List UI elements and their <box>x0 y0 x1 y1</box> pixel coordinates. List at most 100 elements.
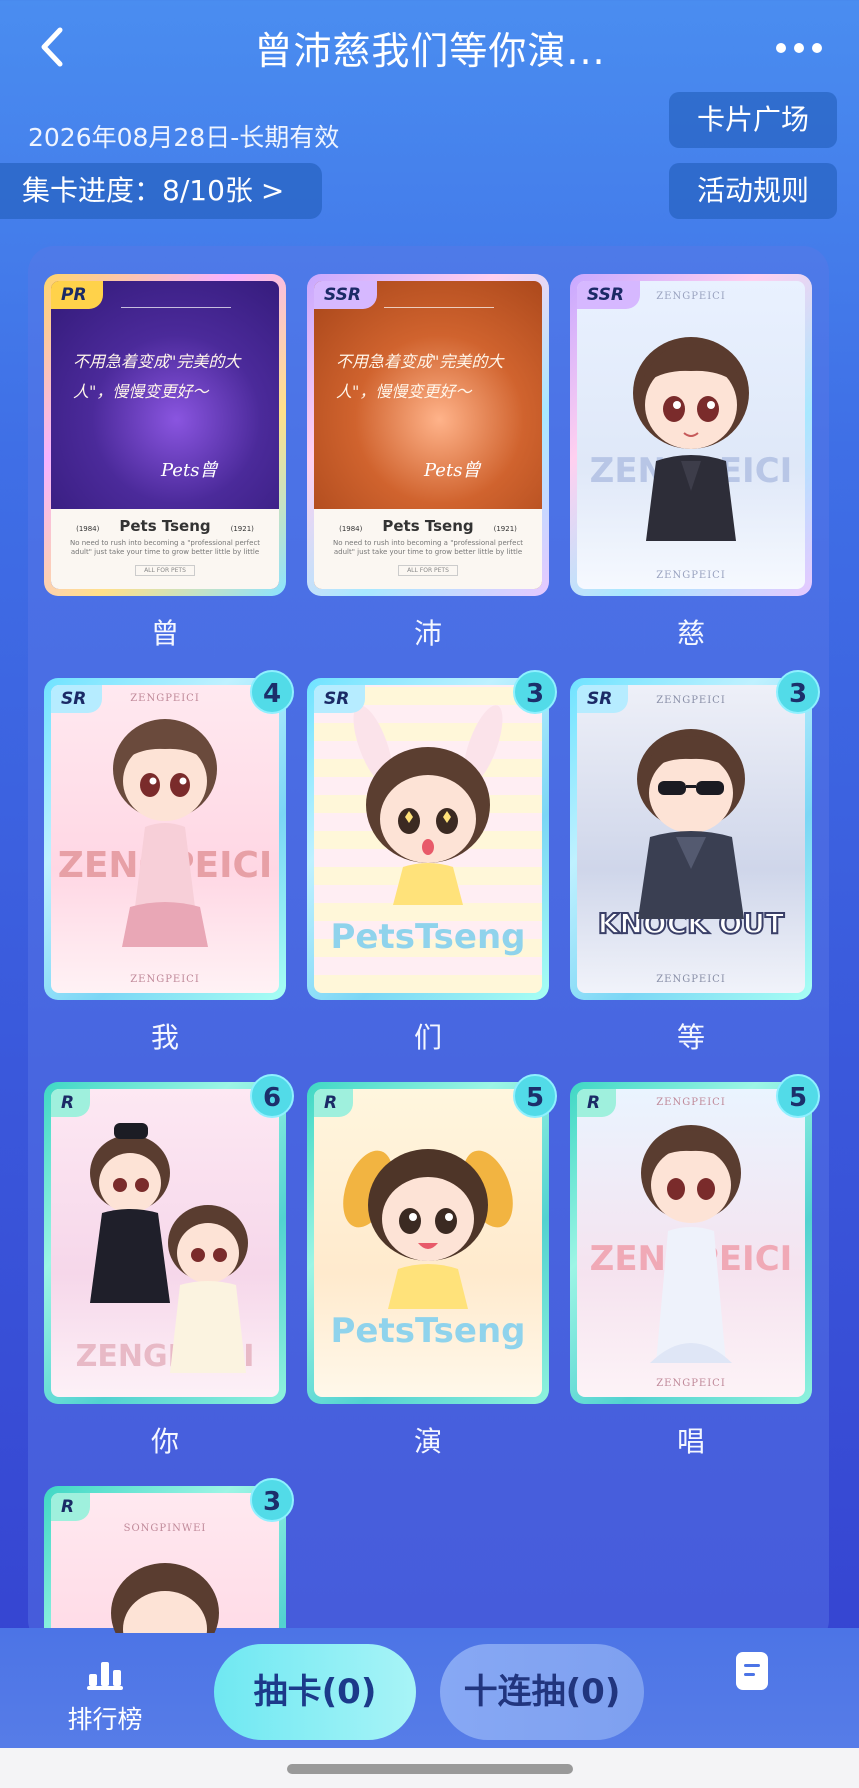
card-label: 沛 <box>413 617 442 650</box>
year-right: (1921) <box>230 525 254 533</box>
card-label: 曾 <box>150 617 179 650</box>
card-count-badge: 4 <box>250 670 294 714</box>
decor-line <box>384 307 494 308</box>
card-art: ZENGPEICI ZENGPEICI ZENGPEICI <box>577 281 805 589</box>
card-signature: Pets曾 <box>424 460 481 481</box>
year-left: (1984) <box>339 525 363 533</box>
card-caption: (1984) Pets Tseng (1921) No need to rush i… <box>51 509 279 589</box>
card-bottom-text: ZENGPEICI <box>656 974 726 985</box>
collection-progress-button[interactable]: 集卡进度：8/10张 > <box>0 163 322 219</box>
chevron-right-icon: > <box>260 174 285 207</box>
card-yan[interactable]: R 5 PetsTseng <box>307 1074 557 1404</box>
rarity-badge: SSR <box>314 281 377 309</box>
card-top-text: ZENGPEICI <box>130 693 200 704</box>
card-bottom-text: ZENGPEICI <box>130 974 200 985</box>
card-deng[interactable]: SR 3 ZENGPEICI KNOCK OUT ZENGPEICI <box>570 670 820 1000</box>
card-label: 慈 <box>676 617 705 650</box>
decor-line <box>121 307 231 308</box>
card-tag: ALL FOR PETS <box>398 565 458 576</box>
card-bottom-text: ZENGPEICI <box>656 1378 726 1389</box>
chibi-figure <box>111 1563 219 1633</box>
rarity-badge: R <box>51 1089 91 1117</box>
card-count-badge: 5 <box>513 1074 557 1118</box>
chibi-figure <box>353 705 503 905</box>
card-bottom-text: ZENGPEICI <box>656 570 726 581</box>
activity-rules-button[interactable]: 活动规则 <box>669 163 837 219</box>
chibi-figure <box>113 719 217 947</box>
card-art: 不用急着变成"完美的大人"，慢慢变更好～ Pets曾 (1984) Pets Ts… <box>51 281 279 589</box>
home-indicator[interactable] <box>287 1764 573 1774</box>
top-bar: 曾沛慈我们等你演... <box>0 0 859 100</box>
card-art: PetsTseng <box>314 1089 542 1397</box>
card-tag: ALL FOR PETS <box>135 565 195 576</box>
chibi-figure <box>343 1149 513 1309</box>
card-label: 演 <box>413 1425 442 1458</box>
card-poem: 不用急着变成"完美的大人"，慢慢变更好～ <box>336 352 504 401</box>
leaderboard-button[interactable]: 排行榜 <box>60 1658 150 1736</box>
leaderboard-label: 排行榜 <box>67 1705 143 1734</box>
year-right: (1921) <box>493 525 517 533</box>
card-big-word: PetsTseng <box>330 1311 526 1351</box>
year-left: (1984) <box>76 525 100 533</box>
more-dot <box>812 43 822 53</box>
more-dot <box>794 43 804 53</box>
card-name: (1984) Pets Tseng (1921) <box>314 517 542 535</box>
card-art: PetsTseng <box>314 685 542 993</box>
card-subtitle: No need to rush into becoming a "profess… <box>69 539 261 556</box>
card-art: ZENGPEICI ZENGPEICI ZENGPEICI <box>51 685 279 993</box>
card-signature: Pets曾 <box>161 460 218 481</box>
card-pei[interactable]: SSR 不用急着变成"完美的大人"，慢慢变更好～ Pets曾 (1984) Pet… <box>307 274 549 596</box>
more-dots-icon <box>776 43 786 53</box>
card-label: 你 <box>150 1425 179 1458</box>
card-label: 唱 <box>676 1425 705 1458</box>
card-subtitle: No need to rush into becoming a "profess… <box>332 539 524 556</box>
card-poem: 不用急着变成"完美的大人"，慢慢变更好～ <box>73 352 241 401</box>
card-wo[interactable]: SR 4 ZENGPEICI ZENGPEICI ZENGPEICI <box>44 670 294 1000</box>
bar-chart-icon <box>87 1662 123 1690</box>
rarity-badge: R <box>51 1493 91 1521</box>
card-name-text: Pets Tseng <box>119 517 211 535</box>
back-button[interactable] <box>28 22 78 72</box>
card-zeng[interactable]: PR 不用急着变成"完美的大人"，慢慢变更好～ Pets曾 (1984) Pets… <box>44 274 286 596</box>
chibi-figure <box>637 729 745 919</box>
more-button[interactable] <box>769 28 829 68</box>
card-top-text: SONGPINWEI <box>123 1523 207 1534</box>
card-name-text: Pets Tseng <box>382 517 474 535</box>
date-range: 2026年08月28日-长期有效 <box>28 123 340 152</box>
card-ci[interactable]: SSR ZENGPEICI ZENGPEICI ZENGPEICI <box>570 274 812 596</box>
card-count-badge: 3 <box>250 1478 294 1522</box>
chibi-figure <box>633 337 749 541</box>
card-art: ZENGPEICI KNOCK OUT ZENGPEICI <box>577 685 805 993</box>
card-square-button[interactable]: 卡片广场 <box>669 92 837 148</box>
document-icon[interactable] <box>736 1652 768 1690</box>
card-art: 不用急着变成"完美的大人"，慢慢变更好～ Pets曾 (1984) Pets Ts… <box>314 281 542 589</box>
card-big-word: PetsTseng <box>330 917 526 957</box>
card-name: (1984) Pets Tseng (1921) <box>51 517 279 535</box>
progress-label: 集卡进度：8/10张 <box>22 174 253 207</box>
page-title: 曾沛慈我们等你演... <box>254 29 606 73</box>
draw-card-button[interactable]: 抽卡(0) <box>214 1644 416 1740</box>
card-count-badge: 5 <box>776 1074 820 1118</box>
card-chang[interactable]: R 5 ZENGPEICI ZENGPEICI ZENGPEICI <box>570 1074 820 1404</box>
rarity-badge: SR <box>314 685 366 713</box>
card-top-text: ZENGPEICI <box>656 1097 726 1108</box>
card-ni[interactable]: R 6 ZENGPEICI <box>44 1074 294 1404</box>
card-label: 我 <box>150 1021 179 1054</box>
card-art: ZENGPEICI ZENGPEICI ZENGPEICI <box>577 1089 805 1397</box>
card-count-badge: 3 <box>513 670 557 714</box>
card-top-text: ZENGPEICI <box>656 291 726 302</box>
card-art: ZENGPEICI <box>51 1089 279 1397</box>
chibi-figure <box>90 1123 248 1373</box>
card-caption: (1984) Pets Tseng (1921) No need to rush i… <box>314 509 542 589</box>
card-top-text: ZENGPEICI <box>656 695 726 706</box>
rarity-badge: PR <box>51 281 103 309</box>
card-label: 等 <box>676 1021 705 1054</box>
chevron-left-icon <box>41 27 63 67</box>
draw-ten-button[interactable]: 十连抽(0) <box>440 1644 644 1740</box>
chibi-figure <box>641 1125 741 1363</box>
card-men[interactable]: SR 3 PetsTseng <box>307 670 557 1000</box>
card-label: 们 <box>413 1021 442 1054</box>
card-count-badge: 3 <box>776 670 820 714</box>
rarity-badge: R <box>314 1089 354 1117</box>
card-count-badge: 6 <box>250 1074 294 1118</box>
